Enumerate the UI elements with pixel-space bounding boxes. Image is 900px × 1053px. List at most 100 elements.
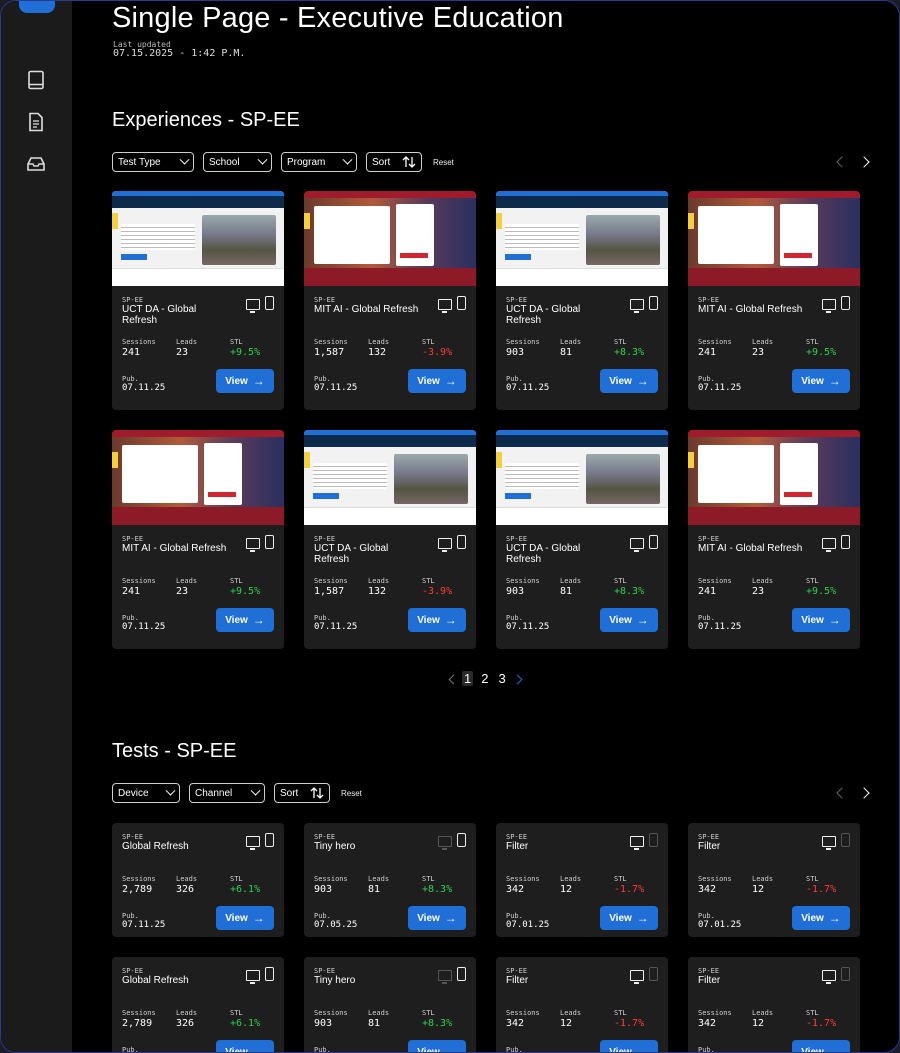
published-label: Pub. [698, 1046, 715, 1053]
view-button[interactable]: View → [600, 1040, 658, 1053]
filter-device[interactable]: Device [112, 783, 180, 803]
experience-card[interactable]: SP-EE MIT AI - Global Refresh Sessions 241 L… [688, 191, 860, 410]
leads-value: 132 [368, 586, 387, 597]
experience-card[interactable]: SP-EE MIT AI - Global Refresh Sessions 241 L… [112, 430, 284, 649]
mobile-icon [265, 833, 274, 847]
test-card[interactable]: SP-EE Filter Sessions 342 Leads 12 STL -1.7% Pub… [688, 823, 860, 937]
published-label: Pub. [698, 614, 715, 622]
chevron-right-icon[interactable] [860, 786, 872, 800]
experience-card[interactable]: SP-EE MIT AI - Global Refresh Sessions 241 L… [688, 430, 860, 649]
view-button[interactable]: View → [792, 906, 850, 930]
chevron-left-icon[interactable] [834, 786, 846, 800]
view-label: View [609, 1046, 632, 1053]
view-button[interactable]: View → [792, 1040, 850, 1052]
view-button[interactable]: View → [600, 369, 658, 393]
view-button[interactable]: View → [600, 608, 658, 632]
tests-filter-row: Device Channel Sort Reset [112, 783, 362, 803]
card-tag: SP-EE [122, 296, 144, 304]
experience-thumbnail [304, 430, 476, 525]
chevron-left-icon[interactable] [446, 673, 456, 685]
leads-value: 81 [368, 1018, 381, 1029]
sessions-label: Sessions [506, 577, 540, 585]
document-icon[interactable] [25, 111, 47, 133]
app-frame: Single Page - Executive Education Last u… [0, 0, 900, 1053]
leads-value: 23 [752, 347, 765, 358]
experience-thumbnail [304, 191, 476, 286]
filter-label: Test Type [118, 156, 161, 168]
sessions-value: 2,789 [122, 884, 153, 895]
test-card[interactable]: SP-EE Filter Sessions 342 Leads 12 STL -1.7% Pub… [688, 957, 860, 1053]
published-label: Pub. [698, 375, 715, 383]
filter-school[interactable]: School [203, 152, 272, 172]
view-button[interactable]: View → [792, 369, 850, 393]
reset-button[interactable]: Reset [433, 158, 454, 167]
filter-channel[interactable]: Channel [189, 783, 265, 803]
sort-button[interactable]: Sort [366, 152, 422, 172]
test-card[interactable]: SP-EE Tiny hero Sessions 903 Leads 81 STL +8.3%… [304, 823, 476, 937]
published-label: Pub. [314, 614, 331, 622]
card-tag: SP-EE [506, 535, 528, 543]
stl-label: STL [614, 875, 627, 883]
published-date: 07.11.25 [314, 383, 358, 393]
filter-test-type[interactable]: Test Type [112, 152, 194, 172]
test-card[interactable]: SP-EE Global Refresh Sessions 2,789 Leads 326… [112, 823, 284, 937]
page-2[interactable]: 2 [479, 671, 490, 686]
stl-value: -1.7% [614, 1018, 645, 1029]
page-3[interactable]: 3 [496, 671, 507, 686]
leads-label: Leads [560, 577, 582, 585]
published-label: Pub. [314, 912, 331, 920]
chevron-right-icon[interactable] [860, 155, 872, 169]
view-button[interactable]: View → [792, 608, 850, 632]
mobile-icon [841, 535, 850, 549]
reset-button[interactable]: Reset [341, 789, 362, 798]
experience-card[interactable]: SP-EE UCT DA - Global Refresh Sessions 241 L… [112, 191, 284, 410]
mobile-icon [457, 967, 466, 981]
leads-label: Leads [176, 577, 198, 585]
leads-label: Leads [176, 338, 198, 346]
chevron-right-icon[interactable] [514, 673, 524, 685]
published-label: Pub. [314, 375, 331, 383]
test-card[interactable]: SP-EE Global Refresh Sessions 2,789 Leads 326… [112, 957, 284, 1052]
published-label: Pub. [122, 614, 139, 622]
card-name: MIT AI - Global Refresh [698, 543, 803, 554]
inbox-icon[interactable] [25, 153, 47, 175]
test-card[interactable]: SP-EE Filter Sessions 342 Leads 12 STL -1.7% Pub… [496, 823, 668, 937]
experience-card[interactable]: SP-EE UCT DA - Global Refresh Sessions 1,58… [304, 430, 476, 649]
test-card[interactable]: SP-EE Filter Sessions 342 Leads 12 STL -1.7% Pub… [496, 957, 668, 1053]
book-icon[interactable] [25, 69, 47, 91]
published-date: 07.05.25 [314, 920, 358, 930]
view-button[interactable]: View → [216, 608, 274, 632]
view-button[interactable]: View → [216, 369, 274, 393]
view-button[interactable]: View → [408, 369, 466, 393]
filter-program[interactable]: Program [281, 152, 357, 172]
leads-value: 12 [752, 884, 765, 895]
stl-label: STL [230, 577, 243, 585]
experiences-title: Experiences - SP-EE [112, 109, 300, 131]
page-1[interactable]: 1 [462, 671, 474, 686]
view-button[interactable]: View → [216, 906, 274, 930]
experience-card[interactable]: SP-EE UCT DA - Global Refresh Sessions 903 L… [496, 430, 668, 649]
stl-label: STL [614, 577, 627, 585]
mobile-icon [841, 296, 850, 310]
card-tag: SP-EE [314, 833, 336, 841]
chevron-left-icon[interactable] [834, 155, 846, 169]
leads-label: Leads [752, 338, 774, 346]
view-button[interactable]: View → [216, 1040, 274, 1052]
device-indicators [438, 296, 466, 313]
brand-logo[interactable] [19, 1, 55, 13]
sessions-label: Sessions [506, 875, 540, 883]
view-button[interactable]: View → [408, 608, 466, 632]
view-button[interactable]: View → [408, 906, 466, 930]
experience-card[interactable]: SP-EE MIT AI - Global Refresh Sessions 1,58… [304, 191, 476, 410]
experience-card[interactable]: SP-EE UCT DA - Global Refresh Sessions 903 L… [496, 191, 668, 410]
view-button[interactable]: View → [600, 906, 658, 930]
test-card[interactable]: SP-EE Tiny hero Sessions 903 Leads 81 STL +8.3%… [304, 957, 476, 1052]
campus-photo [586, 215, 660, 265]
published-label: Pub. [506, 1046, 523, 1053]
sort-button[interactable]: Sort [274, 783, 330, 803]
published-date: 07.11.25 [122, 383, 166, 393]
leads-value: 81 [560, 586, 573, 597]
view-button[interactable]: View → [408, 1040, 466, 1052]
stl-label: STL [422, 875, 435, 883]
card-tag: SP-EE [314, 535, 336, 543]
